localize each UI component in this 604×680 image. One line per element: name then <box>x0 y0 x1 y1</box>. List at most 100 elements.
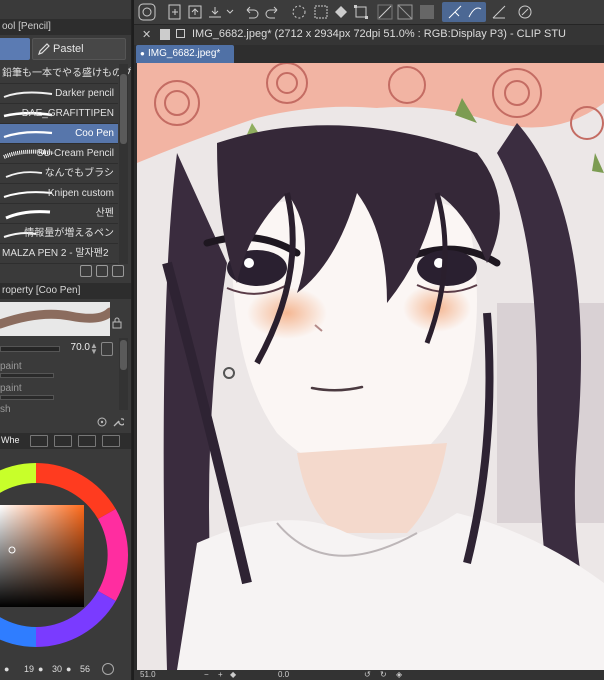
brush-size-stepper[interactable]: ▲ ▼ <box>90 342 98 356</box>
zoom-value[interactable]: 51.0 <box>140 670 156 680</box>
property-slider[interactable] <box>0 373 54 378</box>
zoom-in-icon[interactable]: + <box>218 670 223 680</box>
brush-stroke-preview <box>5 210 51 220</box>
curve-snap-icon[interactable] <box>466 3 484 21</box>
rotate-left-icon[interactable]: ↺ <box>364 670 371 680</box>
lock-icon[interactable] <box>112 317 122 329</box>
pen-pressure-icon[interactable] <box>516 3 534 21</box>
brush-name: Coo Pen <box>75 128 114 139</box>
brush-item[interactable]: 鉛筆も一本でやる盛けものプ <box>0 64 131 84</box>
property-label: paint <box>0 383 22 394</box>
property-row: sh <box>0 404 100 422</box>
command-bar <box>134 0 604 25</box>
close-icon[interactable]: ✕ <box>142 28 151 41</box>
new-subtool-icon[interactable] <box>96 265 108 277</box>
pressure-toggle-icon[interactable] <box>101 342 113 356</box>
document-tab[interactable]: ● IMG_6682.jpeg* <box>136 45 234 63</box>
brush-name: なんでもブラシ <box>44 168 114 179</box>
transform-icon[interactable] <box>352 3 370 21</box>
subtool-palette-header: ool [Pencil] <box>0 19 131 35</box>
clear-icon[interactable] <box>312 3 330 21</box>
color-palette-tabs: Whe <box>0 433 131 449</box>
brush-dot-icon[interactable]: ● <box>4 664 9 674</box>
brush-size-preset[interactable]: 56 <box>80 664 90 674</box>
tool-property-header: roperty [Coo Pen] <box>0 283 131 299</box>
undo-icon[interactable] <box>242 3 260 21</box>
color-wheel-graphic[interactable] <box>0 455 132 655</box>
ruler-icon[interactable] <box>490 3 508 21</box>
zoom-out-icon[interactable]: − <box>204 670 209 680</box>
brush-name: SU-Cream Pencil <box>36 148 114 159</box>
brush-size-slider[interactable] <box>0 346 60 352</box>
subtool-tab-pencil[interactable] <box>0 38 30 60</box>
brush-name: 鉛筆も一本でやる盛けものプ <box>2 68 132 79</box>
property-scrollbar[interactable] <box>119 338 128 410</box>
redo-icon[interactable] <box>264 3 282 21</box>
brush-item-selected[interactable]: Coo Pen <box>0 124 118 144</box>
zoom-slider[interactable]: ◆ <box>230 670 236 680</box>
chevron-down-icon[interactable] <box>226 3 234 21</box>
tab-color-wheel[interactable]: Whe <box>1 435 20 445</box>
layer-mask-icon[interactable] <box>418 3 436 21</box>
brush-name: MALZA PEN 2 - 말자펜2 <box>2 248 109 259</box>
property-row: paint <box>0 383 100 401</box>
settings-icon[interactable] <box>96 416 108 428</box>
subtool-tab-row: Pastel <box>0 38 131 60</box>
color-wheel[interactable] <box>0 455 132 655</box>
drawing-canvas[interactable] <box>137 63 604 670</box>
brush-item[interactable]: Knipen custom <box>0 184 118 204</box>
brush-dot-icon[interactable]: ● <box>38 664 43 674</box>
brush-name: Darker pencil <box>55 88 114 99</box>
brush-item[interactable]: MALZA PEN 2 - 말자펜2 <box>0 244 118 264</box>
dock-splitter[interactable] <box>132 0 134 680</box>
tab-color-slider[interactable] <box>30 435 48 447</box>
document-tab-bar: ● IMG_6682.jpeg* <box>134 45 604 63</box>
canvas-status-bar: 51.0 − + ◆ 0.0 ↺ ↻ ◈ <box>134 670 604 680</box>
brush-item[interactable]: SU-Cream Pencil <box>0 144 118 164</box>
left-dock: ool [Pencil] Pastel 鉛筆も一本でやる盛けものプ Darker… <box>0 0 132 680</box>
copy-subtool-icon[interactable] <box>80 265 92 277</box>
brush-list-toolbar <box>0 264 131 278</box>
brush-size-row: 70.0 ▲ ▼ <box>0 340 131 358</box>
brush-size-preset[interactable]: 19 <box>24 664 34 674</box>
selection-icon[interactable] <box>376 3 394 21</box>
deselect-icon[interactable] <box>396 3 414 21</box>
brush-size-value[interactable]: 70.0 <box>64 342 90 353</box>
brush-dot-icon[interactable]: ● <box>66 664 71 674</box>
brush-item[interactable]: 情報量が増えるペン <box>0 224 118 244</box>
tab-approximate-color[interactable] <box>102 435 120 447</box>
property-slider[interactable] <box>0 395 54 400</box>
save-icon[interactable] <box>206 3 224 21</box>
wrench-icon[interactable] <box>112 416 124 428</box>
scrollbar-thumb[interactable] <box>120 340 127 370</box>
tab-intermediate-color[interactable] <box>78 435 96 447</box>
brush-name: 情報量が増えるペン <box>24 228 114 239</box>
rotate-right-icon[interactable]: ↻ <box>380 670 387 680</box>
open-file-icon[interactable] <box>186 3 204 21</box>
scrollbar-thumb[interactable] <box>120 74 127 144</box>
tab-color-set[interactable] <box>54 435 72 447</box>
brush-size-preset[interactable]: 30 <box>52 664 62 674</box>
brush-name: Knipen custom <box>47 188 114 199</box>
brush-item[interactable]: なんでもブラシ <box>0 164 118 184</box>
flip-icon[interactable]: ◈ <box>396 670 402 680</box>
fill-icon[interactable] <box>332 3 350 21</box>
maximize-icon[interactable] <box>176 29 185 38</box>
brush-stroke-preview <box>3 191 53 198</box>
brush-item[interactable]: DAE_GRAFITTIPEN <box>0 104 118 124</box>
minimize-icon[interactable] <box>160 29 170 40</box>
subtool-tab-pastel[interactable]: Pastel <box>32 38 126 60</box>
trash-icon[interactable] <box>112 265 124 277</box>
brush-item[interactable]: Darker pencil <box>0 84 118 104</box>
new-file-icon[interactable] <box>166 3 184 21</box>
property-label: paint <box>0 361 22 372</box>
play-icon[interactable] <box>102 663 114 675</box>
app-menu-icon[interactable] <box>138 3 156 21</box>
brush-list-scrollbar[interactable] <box>119 64 128 264</box>
brush-stroke-preview <box>0 307 115 329</box>
loading-icon[interactable] <box>290 3 308 21</box>
angle-value[interactable]: 0.0 <box>278 670 289 680</box>
brush-item[interactable]: 산펜 <box>0 204 118 224</box>
ruler-snap-icon[interactable] <box>446 3 464 21</box>
brush-name: DAE_GRAFITTIPEN <box>21 108 114 119</box>
